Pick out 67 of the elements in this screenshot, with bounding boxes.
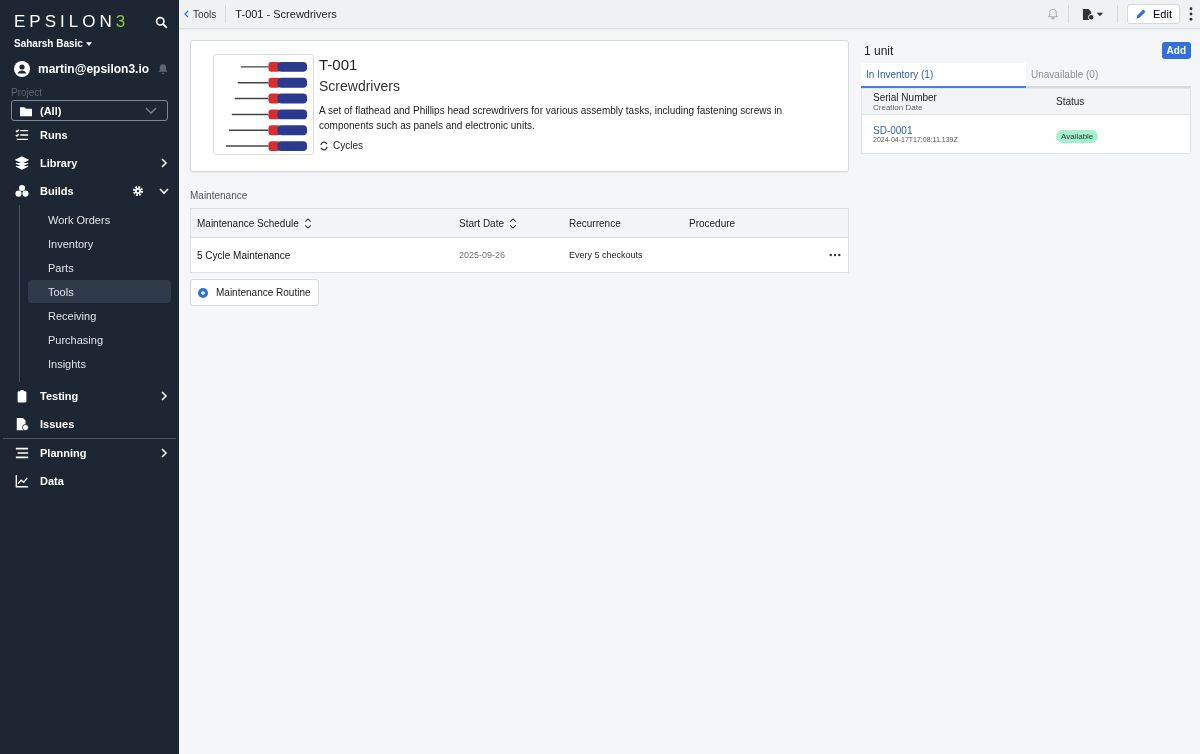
tool-name: Screwdrivers [319,78,401,94]
issues-icon [15,417,29,431]
column-header[interactable]: Start Date [459,217,569,229]
nav-item[interactable]: Issues [0,410,179,438]
user-avatar-icon [14,61,30,77]
nav-subitem[interactable]: Receiving [28,304,171,327]
nav-item[interactable]: Builds [0,177,179,205]
nav-subitem[interactable]: Inventory [28,232,171,255]
runs-icon [15,128,29,142]
serial-link[interactable]: SD-0001 [873,125,1056,136]
logo-text: EPSILON [14,12,116,32]
planning-icon [15,446,29,460]
project-label: Project [10,86,44,98]
chevron-down-icon [145,107,157,114]
column-header[interactable]: Status [1056,96,1190,107]
column-subheader: Creation Date [873,102,924,112]
chevron-left-icon [184,10,189,18]
pencil-icon [1135,8,1148,20]
nav-subitem[interactable]: Parts [28,256,171,279]
column-header[interactable]: Recurrence [569,217,689,229]
nav-item[interactable]: Testing [0,382,179,410]
library-icon [15,156,29,170]
data-icon [15,474,29,488]
status-badge: Available [1056,130,1099,143]
unit-count: 1 unit [864,43,894,58]
column-header[interactable]: Serial Number [873,91,1056,103]
sort-icon [509,217,518,229]
section-heading: Maintenance [190,190,249,201]
tool-tag: Cycles [333,140,363,151]
testing-icon [15,389,29,403]
settings-icon[interactable] [132,185,144,197]
edit-button[interactable]: Edit [1127,4,1180,24]
project-select[interactable]: (All) [11,100,168,121]
table-cell-text: Every 5 checkouts [569,250,644,260]
add-routine-button[interactable]: Maintenance Routine [190,279,319,306]
workspace-dropdown[interactable]: Saharsh Basic [14,38,83,49]
nav-subitem[interactable]: Work Orders [28,208,171,231]
sort-icon [303,217,312,229]
nav-item[interactable]: Planning [0,439,179,467]
more-options-icon[interactable] [1189,7,1193,21]
more-options-icon[interactable] [829,253,841,257]
nav-item[interactable]: Library [0,149,179,177]
add-button[interactable]: Add [1161,42,1191,59]
nav-subitem[interactable]: Insights [28,352,171,375]
back-link[interactable]: Tools [184,8,217,20]
page-title: T-001 - Screwdrivers [235,8,337,20]
table-cell-text: 2025-09-26 [459,250,507,260]
folder-icon [20,104,32,117]
document-dropdown-icon[interactable] [1082,7,1105,21]
nav-subitem[interactable]: Purchasing [28,328,171,351]
search-icon[interactable] [155,15,168,29]
tab[interactable]: In Inventory (1) [861,63,1026,88]
table-cell-text: 5 Cycle Maintenance [197,249,292,261]
column-header[interactable]: Procedure [689,217,829,229]
nav-item[interactable]: Runs [0,121,179,149]
nav-subitem[interactable]: Tools [28,280,171,303]
cycle-icon [319,140,329,151]
nav-item[interactable]: Data [0,467,179,495]
plus-circle-icon [198,287,208,298]
builds-icon [15,184,29,198]
tool-code: T-001 [319,56,359,73]
caret-icon [85,41,92,46]
column-header[interactable]: Maintenance Schedule [197,217,459,229]
tool-description: A set of flathead and Phillips head screwdrivers for various assembly tasks, including fastening screws in components such as panels and electronic units. [319,104,783,133]
logo-mark: 3 [115,12,130,32]
bell-icon[interactable] [157,63,170,75]
user-email[interactable]: martin@epsilon3.io [38,62,150,76]
